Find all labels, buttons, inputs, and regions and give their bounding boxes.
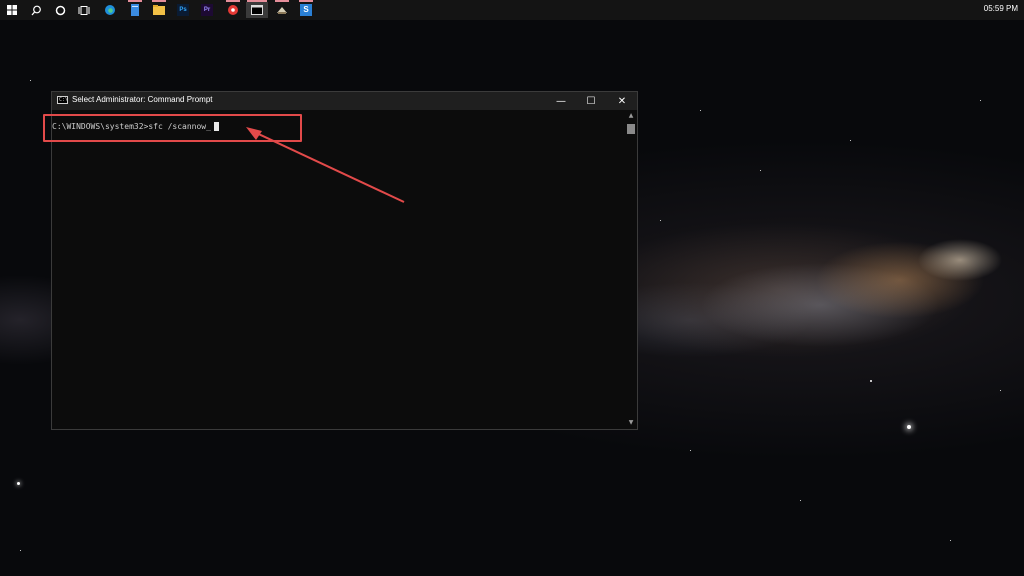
annotation-arrow-icon bbox=[246, 127, 405, 203]
